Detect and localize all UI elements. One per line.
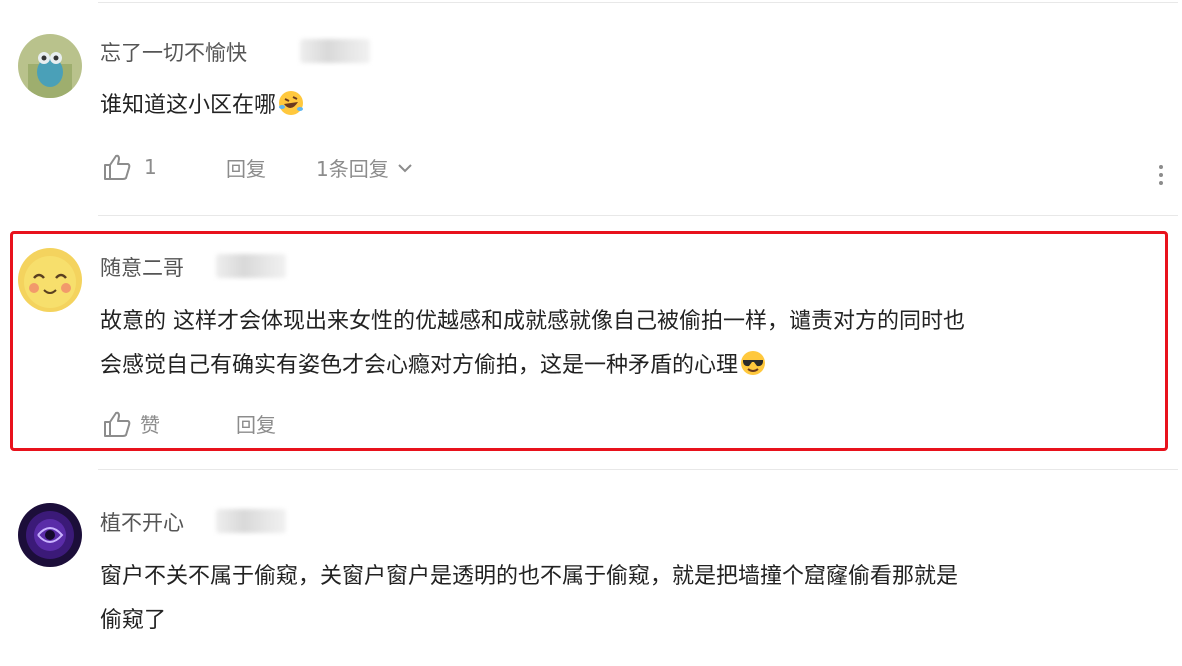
replies-count-label: 1条回复 [316,157,389,181]
chevron-down-icon [398,163,412,172]
username[interactable]: 植不开心 [100,507,184,537]
comment-text-line: 窗户不关不属于偷窥，关窗户窗户是透明的也不属于偷窥，就是把墙撞个窟窿偷看那就是 [100,564,959,589]
view-replies-button[interactable]: 1条回复 [316,153,415,182]
avatar-image [18,503,82,567]
more-options-icon[interactable] [1158,164,1164,186]
blurred-timestamp [300,39,370,63]
thumbs-up-icon [104,154,131,180]
comment-text: 谁知道这小区在哪 [100,84,1170,128]
comment-text-line: 偷窥了 [100,608,167,633]
like-button[interactable]: 1 [102,153,157,181]
top-divider [98,2,1178,3]
highlight-box [10,231,1168,451]
reply-label: 回复 [226,157,266,181]
avatar[interactable] [18,503,82,567]
avatar-image [18,34,82,98]
comment-actions: 1 回复 1条回复 [100,153,1180,183]
rofl-emoji-icon [279,91,304,115]
comment-text: 窗户不关不属于偷窥，关窗户窗户是透明的也不属于偷窥，就是把墙撞个窟窿偷看那就是 … [100,555,1170,643]
like-count: 1 [144,155,157,179]
comment-divider [98,215,1178,216]
comment-divider [98,469,1178,470]
blurred-timestamp [216,509,286,533]
avatar[interactable] [18,34,82,98]
reply-button[interactable]: 回复 [226,153,266,182]
username[interactable]: 忘了一切不愉快 [100,37,247,67]
